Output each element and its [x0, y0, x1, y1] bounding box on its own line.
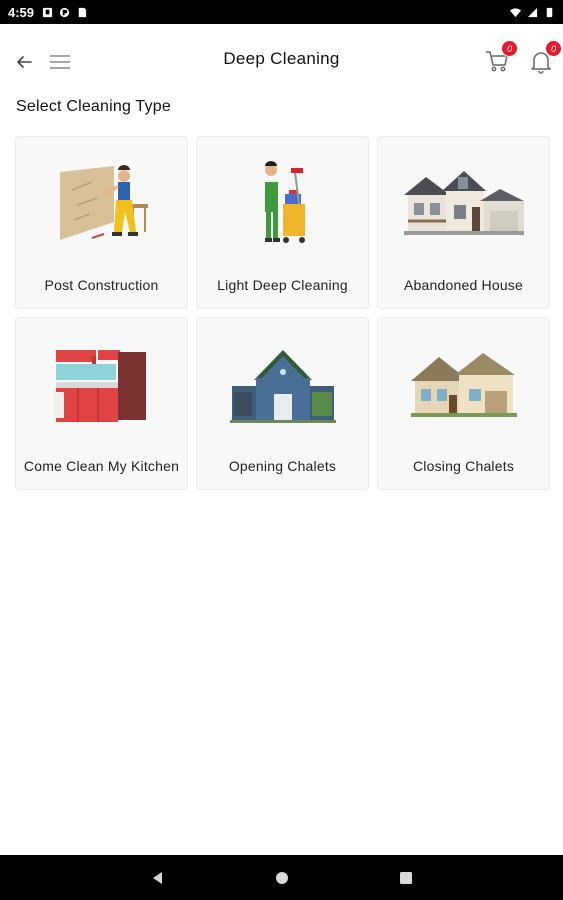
- app-bar: Deep Cleaning 0 0: [0, 24, 563, 96]
- card-opening-chalets[interactable]: Opening Chalets: [196, 317, 369, 490]
- notification-count-badge: 0: [545, 40, 562, 57]
- nav-home-button[interactable]: [270, 866, 294, 890]
- card-label: Opening Chalets: [228, 458, 337, 474]
- status-system-icons: [510, 7, 555, 18]
- post-construction-illustration: [59, 165, 148, 240]
- card-come-clean-my-kitchen[interactable]: Come Clean My Kitchen: [15, 317, 188, 490]
- nav-recents-button[interactable]: [394, 866, 418, 890]
- light-deep-cleaning-illustration: [264, 161, 305, 243]
- signal-icon: [527, 7, 538, 17]
- status-time: 4:59: [8, 4, 35, 20]
- status-bar: 4:59: [0, 0, 563, 24]
- cart-button[interactable]: 0: [484, 40, 518, 76]
- notification-c-icon: [78, 7, 87, 17]
- opening-chalet-illustration: [229, 350, 336, 423]
- nav-back-icon: [152, 871, 162, 884]
- notification-b-icon: [59, 7, 70, 17]
- card-label: Come Clean My Kitchen: [23, 458, 180, 474]
- system-nav-bar: [0, 855, 563, 900]
- page-title: Deep Cleaning: [223, 49, 340, 68]
- wifi-icon: [510, 7, 521, 17]
- card-label: Post Construction: [44, 277, 159, 293]
- card-label: Light Deep Cleaning: [217, 277, 348, 293]
- cleaning-type-grid: Post Construction Light Deep Cleaning Ab…: [15, 136, 550, 490]
- notification-a-icon: [42, 7, 53, 17]
- status-notification-icons: [42, 7, 87, 18]
- section-title: Select Cleaning Type: [16, 98, 171, 115]
- card-label: Abandoned House: [404, 277, 523, 293]
- closing-chalet-illustration: [410, 353, 517, 417]
- nav-recents-icon: [399, 871, 412, 884]
- notifications-button[interactable]: 0: [528, 40, 562, 76]
- battery-icon: [546, 7, 553, 17]
- card-light-deep-cleaning[interactable]: Light Deep Cleaning: [196, 136, 369, 309]
- nav-back-button[interactable]: [146, 866, 170, 890]
- cart-count-badge: 0: [501, 40, 518, 57]
- card-post-construction[interactable]: Post Construction: [15, 136, 188, 309]
- abandoned-house-illustration: [403, 171, 524, 235]
- kitchen-illustration: [53, 350, 146, 422]
- card-abandoned-house[interactable]: Abandoned House: [377, 136, 550, 309]
- nav-home-icon: [275, 871, 288, 884]
- card-closing-chalets[interactable]: Closing Chalets: [377, 317, 550, 490]
- card-label: Closing Chalets: [412, 458, 515, 474]
